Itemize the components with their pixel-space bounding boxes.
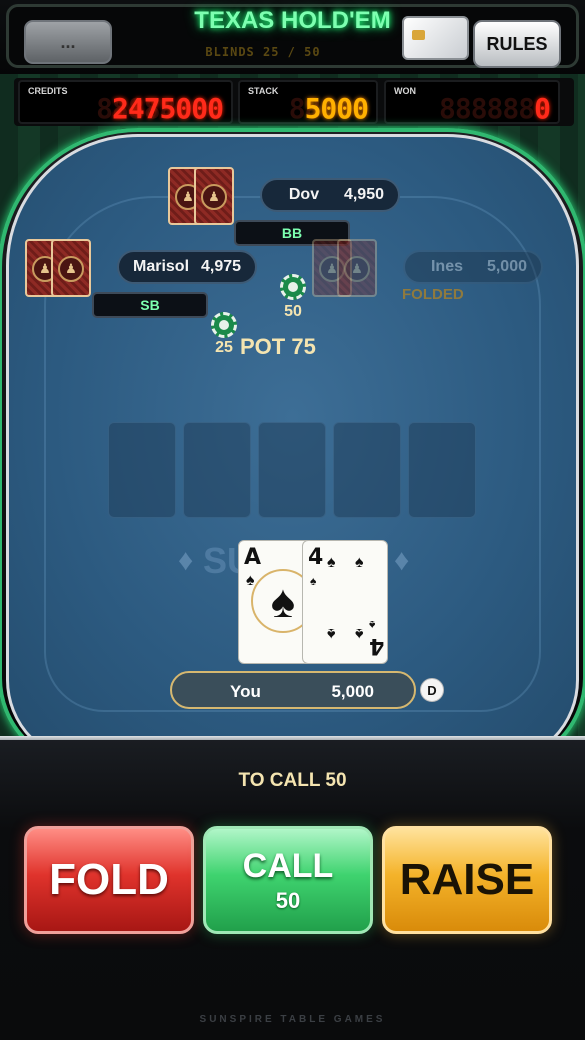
card-rank-bottom: 4	[369, 633, 385, 658]
seat-ines: Ines 5,000	[403, 250, 543, 284]
fold-button[interactable]: FOLD	[24, 826, 194, 934]
spade-icon: ♠	[355, 625, 364, 642]
call-amount: 50	[275, 887, 301, 913]
raise-label: RAISE	[399, 855, 535, 904]
card-rank: A	[244, 545, 262, 570]
player-stack: 4,950	[343, 186, 384, 203]
marisol-bet: 25	[215, 339, 233, 356]
footer-brand: SUNSPIRE TABLE GAMES	[199, 1014, 386, 1025]
blinds-marquee: BLINDS 25 / 50	[205, 45, 321, 59]
player-stack: 5,000	[331, 682, 374, 701]
hero-card-four: 4 ♠ ♠ ♠ ♠ ♠ ♠ 4	[302, 540, 388, 664]
player-stack: 4,975	[201, 258, 242, 275]
credits-label: CREDITS	[28, 86, 68, 96]
board-slot-4	[333, 422, 401, 518]
spade-icon: ♠	[310, 574, 317, 588]
top-bar: ... TEXAS HOLD'EM BLINDS 25 / 50 RULES	[0, 0, 585, 74]
board-slot-2	[183, 422, 251, 518]
call-label: CALL	[242, 846, 334, 885]
game-screen: ... TEXAS HOLD'EM BLINDS 25 / 50 RULES C…	[0, 0, 585, 1040]
player-name: Ines	[430, 258, 463, 275]
folded-status: FOLDED	[402, 286, 464, 303]
diamond-right-icon: ♦	[394, 544, 410, 577]
stack-meter: STACK 88888 5000	[238, 80, 378, 125]
ines-card-2: ♟	[337, 239, 377, 297]
card-back-emblem-icon: ♟	[344, 256, 370, 282]
rules-button[interactable]: RULES	[473, 20, 561, 68]
spade-center-icon: ♠	[270, 575, 296, 627]
bet-chip-icon	[211, 312, 237, 338]
call-button[interactable]: CALL 50	[203, 826, 373, 934]
card-chip-icon	[412, 30, 425, 40]
spade-icon: ♠	[327, 554, 336, 571]
spade-icon: ♠	[369, 618, 376, 632]
won-meter: WON 8888888 0	[384, 80, 560, 125]
dov-bet: 50	[284, 303, 302, 320]
board-slot-3	[258, 422, 326, 518]
spade-icon: ♠	[327, 625, 336, 642]
board-slot-5	[408, 422, 476, 518]
spade-icon: ♠	[355, 554, 364, 571]
won-label: WON	[394, 86, 416, 96]
player-stack: 5,000	[486, 258, 527, 275]
player-name: Marisol	[133, 258, 190, 275]
seat-dov: Dov 4,950	[260, 178, 400, 212]
diamond-left-icon: ♦	[178, 544, 194, 577]
board-slot-1	[108, 422, 176, 518]
pot-total: POT 75	[240, 334, 316, 359]
won-value: 0	[534, 92, 551, 125]
to-call-text: TO CALL 50	[238, 770, 347, 791]
seat-you: You 5,000	[170, 671, 416, 709]
credits-value: 2475000	[111, 92, 224, 125]
small-blind-badge: SB	[92, 292, 208, 318]
card-back-emblem-icon: ♟	[58, 256, 84, 282]
bet-chip-icon	[280, 274, 306, 300]
dov-card-2: ♟	[194, 167, 234, 225]
player-name: You	[230, 682, 261, 701]
marisol-card-2: ♟	[51, 239, 91, 297]
card-back-emblem-icon: ♟	[201, 184, 227, 210]
player-card-icon[interactable]	[402, 16, 469, 60]
credits-meter: CREDITS 88888888 2475000	[18, 80, 233, 125]
stack-value: 5000	[304, 92, 369, 125]
menu-button[interactable]: ...	[24, 20, 112, 64]
dealer-button-icon: D	[420, 678, 444, 702]
raise-button[interactable]: RAISE	[382, 826, 552, 934]
seat-marisol: Marisol 4,975	[117, 250, 257, 284]
fold-label: FOLD	[49, 855, 169, 904]
card-rank: 4	[308, 545, 324, 570]
stack-label: STACK	[248, 86, 279, 96]
player-name: Dov	[288, 186, 320, 203]
